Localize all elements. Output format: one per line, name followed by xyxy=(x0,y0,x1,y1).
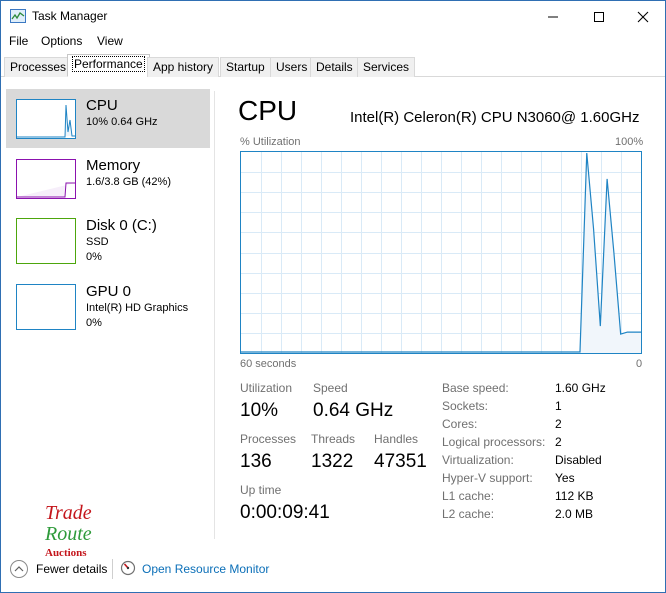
footer-bar: Fewer details Open Resource Monitor xyxy=(1,552,665,592)
processes-value: 136 xyxy=(240,451,272,472)
spec-label: Base speed: xyxy=(442,381,509,395)
tab-services[interactable]: Services xyxy=(357,57,416,77)
menu-options[interactable]: Options xyxy=(41,34,82,48)
sidebar-item-cpu[interactable]: CPU 10% 0.64 GHz xyxy=(6,89,210,148)
open-resource-monitor-link[interactable]: Open Resource Monitor xyxy=(142,562,269,576)
gpu-thumbnail-graph xyxy=(16,284,76,330)
cpu-thumbnail-graph xyxy=(16,99,76,139)
tab-details[interactable]: Details xyxy=(310,57,359,77)
tab-startup[interactable]: Startup xyxy=(220,57,271,77)
tab-startup-label: Startup xyxy=(226,60,265,74)
sidebar-item-disk-usage: 0% xyxy=(86,251,102,263)
tab-bar: Processes Performance App history Startu… xyxy=(1,54,665,77)
spec-value: 2 xyxy=(555,417,562,431)
tab-performance-label: Performance xyxy=(72,56,145,72)
handles-value: 47351 xyxy=(374,451,427,472)
window-title: Task Manager xyxy=(32,9,108,23)
sidebar-item-memory-detail: 1.6/3.8 GB (42%) xyxy=(86,176,171,188)
logo-line-2: Route xyxy=(44,523,92,545)
spec-value: Disabled xyxy=(555,453,602,467)
minimize-button[interactable] xyxy=(530,1,576,32)
speed-value: 0.64 GHz xyxy=(313,400,394,421)
graph-x-right-label: 0 xyxy=(636,358,643,370)
close-button[interactable] xyxy=(620,1,666,32)
sidebar-item-disk[interactable]: Disk 0 (C:) SSD 0% xyxy=(6,209,210,268)
spec-label: L2 cache: xyxy=(442,507,495,521)
utilization-label: Utilization xyxy=(240,381,293,395)
sidebar-item-gpu[interactable]: GPU 0 Intel(R) HD Graphics 0% xyxy=(6,275,210,334)
spec-label: Logical processors: xyxy=(442,435,546,449)
title-bar: Task Manager xyxy=(1,1,665,32)
menu-file[interactable]: File xyxy=(9,34,28,48)
threads-value: 1322 xyxy=(311,451,354,472)
menu-bar: File Options View xyxy=(1,32,665,52)
sidebar-item-gpu-model: Intel(R) HD Graphics xyxy=(86,302,189,314)
spec-label: Hyper-V support: xyxy=(442,471,533,485)
sidebar-item-memory[interactable]: Memory 1.6/3.8 GB (42%) xyxy=(6,149,210,208)
tab-processes[interactable]: Processes xyxy=(4,57,73,77)
resource-list: CPU 10% 0.64 GHz Memory 1.6/3.8 GB (42%)… xyxy=(1,77,214,542)
graph-y-max-label: 100% xyxy=(615,136,644,148)
tab-details-label: Details xyxy=(316,60,353,74)
task-manager-window: Task Manager File Options View Processes… xyxy=(0,0,666,593)
fewer-details-button[interactable]: Fewer details xyxy=(36,562,107,576)
resource-monitor-icon[interactable] xyxy=(120,560,136,576)
panel-divider xyxy=(214,91,215,539)
uptime-value: 0:00:09:41 xyxy=(240,502,330,523)
cpu-model-name: Intel(R) Celeron(R) CPU N3060@ 1.60GHz xyxy=(350,109,640,126)
page-title: CPU xyxy=(238,95,298,126)
spec-label: Sockets: xyxy=(442,399,489,413)
handles-label: Handles xyxy=(374,432,419,446)
spec-value: Yes xyxy=(555,471,575,485)
cpu-graph-canvas xyxy=(241,152,641,353)
footer-separator xyxy=(112,559,113,579)
spec-value: 2.0 MB xyxy=(555,507,594,521)
sidebar-item-disk-type: SSD xyxy=(86,236,109,248)
utilization-value: 10% xyxy=(240,400,279,421)
sidebar-item-cpu-detail: 10% 0.64 GHz xyxy=(86,116,158,128)
tab-users-label: Users xyxy=(276,60,308,74)
spec-label: L1 cache: xyxy=(442,489,495,503)
spec-label: Cores: xyxy=(442,417,478,431)
menu-view[interactable]: View xyxy=(97,34,123,48)
tab-app-history-label: App history xyxy=(153,60,214,74)
tab-users[interactable]: Users xyxy=(270,57,314,77)
disk-thumbnail-graph xyxy=(16,218,76,264)
spec-value: 112 KB xyxy=(555,489,594,503)
memory-thumbnail-graph xyxy=(16,159,76,199)
spec-label: Virtualization: xyxy=(442,453,514,467)
spec-value: 1.60 GHz xyxy=(555,381,606,395)
sidebar-item-cpu-title: CPU xyxy=(86,97,118,114)
cpu-utilization-graph xyxy=(240,151,642,354)
processes-label: Processes xyxy=(240,432,297,446)
task-manager-icon xyxy=(10,9,26,23)
tab-app-history[interactable]: App history xyxy=(147,57,220,77)
spec-value: 1 xyxy=(555,399,562,413)
sidebar-item-disk-title: Disk 0 (C:) xyxy=(86,217,157,234)
uptime-label: Up time xyxy=(240,483,282,497)
graph-y-label: % Utilization xyxy=(240,136,301,148)
tab-processes-label: Processes xyxy=(10,60,67,74)
tab-services-label: Services xyxy=(363,60,410,74)
sidebar-item-gpu-title: GPU 0 xyxy=(86,283,132,300)
tab-performance[interactable]: Performance xyxy=(67,54,150,77)
graph-x-left-label: 60 seconds xyxy=(240,358,297,370)
spec-value: 2 xyxy=(555,435,562,449)
threads-label: Threads xyxy=(311,432,356,446)
sidebar-item-memory-title: Memory xyxy=(86,157,141,174)
maximize-button[interactable] xyxy=(576,1,622,32)
logo-line-1: Trade xyxy=(45,502,92,524)
sidebar-item-gpu-usage: 0% xyxy=(86,317,102,329)
speed-label: Speed xyxy=(313,381,348,395)
chevron-up-icon[interactable] xyxy=(10,560,28,578)
